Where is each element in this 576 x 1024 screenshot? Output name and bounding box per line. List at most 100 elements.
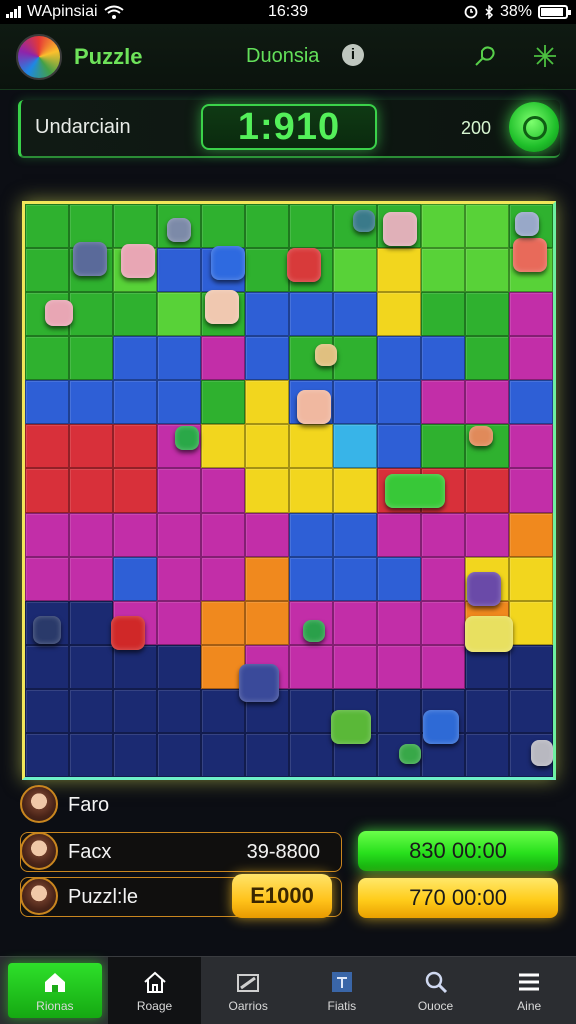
puzzle-tile[interactable] bbox=[509, 688, 553, 733]
puzzle-tile[interactable] bbox=[201, 204, 245, 249]
puzzle-tile[interactable] bbox=[113, 424, 157, 469]
puzzle-tile[interactable] bbox=[25, 380, 69, 425]
puzzle-tile[interactable] bbox=[333, 468, 377, 513]
loose-piece[interactable] bbox=[515, 212, 539, 236]
puzzle-tile[interactable] bbox=[69, 556, 113, 601]
puzzle-tile[interactable] bbox=[157, 380, 201, 425]
puzzle-tile[interactable] bbox=[157, 468, 201, 513]
puzzle-tile[interactable] bbox=[509, 512, 553, 557]
loose-piece[interactable] bbox=[211, 246, 245, 280]
puzzle-tile[interactable] bbox=[201, 336, 245, 381]
loose-piece[interactable] bbox=[205, 290, 239, 324]
puzzle-tile[interactable] bbox=[157, 512, 201, 557]
loose-piece[interactable] bbox=[175, 426, 199, 450]
puzzle-tile[interactable] bbox=[333, 424, 377, 469]
puzzle-tile[interactable] bbox=[421, 380, 465, 425]
loose-piece[interactable] bbox=[465, 616, 513, 652]
loose-piece[interactable] bbox=[385, 474, 445, 508]
puzzle-tile[interactable] bbox=[421, 600, 465, 645]
puzzle-tile[interactable] bbox=[333, 380, 377, 425]
puzzle-tile[interactable] bbox=[377, 424, 421, 469]
puzzle-tile[interactable] bbox=[113, 204, 157, 249]
puzzle-tile[interactable] bbox=[245, 292, 289, 337]
puzzle-tile[interactable] bbox=[509, 336, 553, 381]
puzzle-board[interactable] bbox=[22, 201, 556, 780]
puzzle-tile[interactable] bbox=[421, 336, 465, 381]
loose-piece[interactable] bbox=[315, 344, 337, 366]
puzzle-tile[interactable] bbox=[69, 600, 113, 645]
puzzle-tile[interactable] bbox=[201, 732, 245, 777]
puzzle-tile[interactable] bbox=[465, 248, 509, 293]
loose-piece[interactable] bbox=[331, 710, 371, 744]
nav-item-roage[interactable]: Roage bbox=[107, 957, 202, 1024]
puzzle-tile[interactable] bbox=[25, 512, 69, 557]
puzzle-tile[interactable] bbox=[333, 644, 377, 689]
puzzle-tile[interactable] bbox=[465, 336, 509, 381]
puzzle-tile[interactable] bbox=[245, 380, 289, 425]
player-badge[interactable]: E1000 bbox=[232, 874, 332, 918]
puzzle-tile[interactable] bbox=[113, 380, 157, 425]
puzzle-tile[interactable] bbox=[113, 732, 157, 777]
puzzle-tile[interactable] bbox=[69, 732, 113, 777]
puzzle-tile[interactable] bbox=[509, 556, 553, 601]
puzzle-tile[interactable] bbox=[465, 380, 509, 425]
puzzle-tile[interactable] bbox=[201, 380, 245, 425]
puzzle-tile[interactable] bbox=[377, 600, 421, 645]
puzzle-tile[interactable] bbox=[421, 556, 465, 601]
puzzle-tile[interactable] bbox=[69, 688, 113, 733]
puzzle-tile[interactable] bbox=[201, 556, 245, 601]
puzzle-tile[interactable] bbox=[289, 688, 333, 733]
nav-item-oarrios[interactable]: Oarrios bbox=[201, 957, 295, 1024]
player-row-1[interactable]: Faro bbox=[20, 785, 360, 825]
nav-item-rionas[interactable]: Rionas bbox=[8, 963, 102, 1018]
puzzle-tile[interactable] bbox=[289, 292, 333, 337]
puzzle-tile[interactable] bbox=[69, 336, 113, 381]
puzzle-tile[interactable] bbox=[25, 644, 69, 689]
puzzle-tile[interactable] bbox=[465, 204, 509, 249]
loose-piece[interactable] bbox=[513, 238, 547, 272]
puzzle-tile[interactable] bbox=[25, 468, 69, 513]
loose-piece[interactable] bbox=[297, 390, 331, 424]
puzzle-tile[interactable] bbox=[113, 644, 157, 689]
puzzle-tile[interactable] bbox=[333, 600, 377, 645]
puzzle-tile[interactable] bbox=[113, 336, 157, 381]
loose-piece[interactable] bbox=[73, 242, 107, 276]
puzzle-tile[interactable] bbox=[421, 512, 465, 557]
loose-piece[interactable] bbox=[45, 300, 73, 326]
puzzle-tile[interactable] bbox=[157, 644, 201, 689]
puzzle-tile[interactable] bbox=[377, 336, 421, 381]
loose-piece[interactable] bbox=[111, 616, 145, 650]
puzzle-tile[interactable] bbox=[25, 204, 69, 249]
green-action-button[interactable]: 830 00:00 bbox=[358, 831, 558, 871]
puzzle-tile[interactable] bbox=[69, 468, 113, 513]
puzzle-tile[interactable] bbox=[201, 600, 245, 645]
puzzle-tile[interactable] bbox=[245, 248, 289, 293]
puzzle-tile[interactable] bbox=[289, 732, 333, 777]
puzzle-tile[interactable] bbox=[201, 468, 245, 513]
puzzle-tile[interactable] bbox=[245, 204, 289, 249]
loose-piece[interactable] bbox=[121, 244, 155, 278]
loose-piece[interactable] bbox=[33, 616, 61, 644]
puzzle-tile[interactable] bbox=[377, 688, 421, 733]
puzzle-tile[interactable] bbox=[157, 688, 201, 733]
puzzle-tile[interactable] bbox=[201, 512, 245, 557]
puzzle-tile[interactable] bbox=[421, 644, 465, 689]
puzzle-tile[interactable] bbox=[157, 336, 201, 381]
loose-piece[interactable] bbox=[383, 212, 417, 246]
puzzle-tile[interactable] bbox=[289, 468, 333, 513]
loose-piece[interactable] bbox=[167, 218, 191, 242]
puzzle-tile[interactable] bbox=[113, 688, 157, 733]
puzzle-tile[interactable] bbox=[465, 688, 509, 733]
puzzle-tile[interactable] bbox=[113, 292, 157, 337]
puzzle-tile[interactable] bbox=[377, 556, 421, 601]
puzzle-tile[interactable] bbox=[245, 336, 289, 381]
puzzle-tile[interactable] bbox=[333, 336, 377, 381]
puzzle-tile[interactable] bbox=[509, 644, 553, 689]
puzzle-tile[interactable] bbox=[157, 732, 201, 777]
player-row-2[interactable]: Facx 39-8800 bbox=[20, 832, 342, 872]
puzzle-tile[interactable] bbox=[465, 512, 509, 557]
go-button[interactable] bbox=[509, 102, 559, 152]
puzzle-tile[interactable] bbox=[157, 248, 201, 293]
puzzle-tile[interactable] bbox=[377, 248, 421, 293]
puzzle-tile[interactable] bbox=[69, 292, 113, 337]
